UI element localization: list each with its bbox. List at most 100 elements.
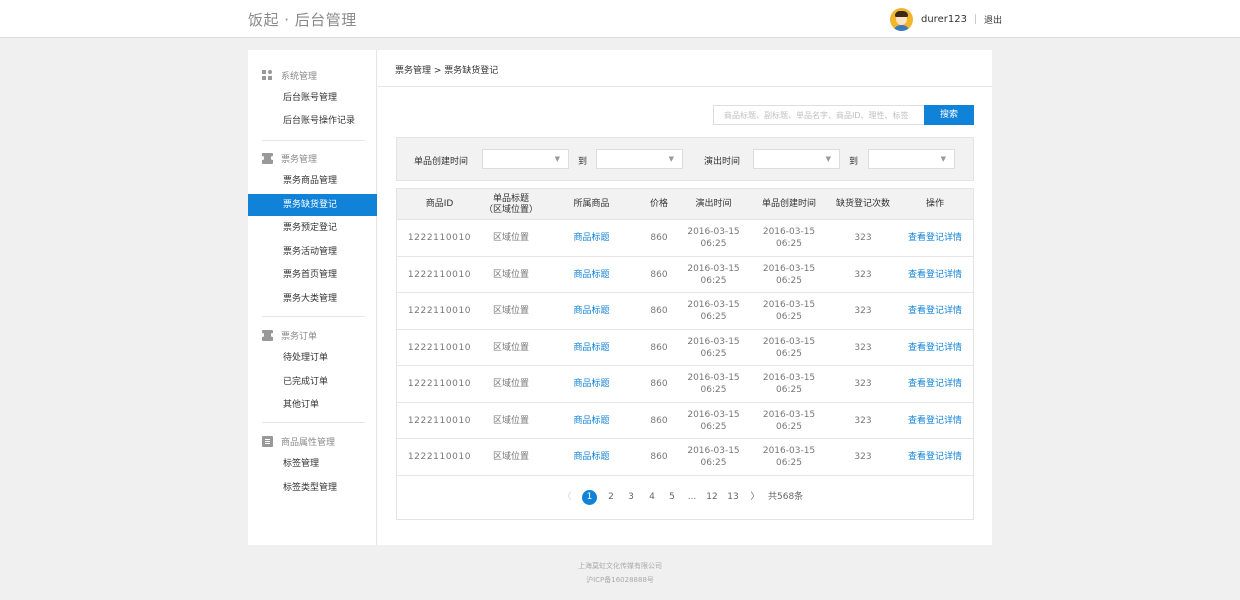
view-details-link[interactable]: 查看登记详情 (902, 366, 968, 402)
grid-icon (262, 69, 273, 81)
page-3-button[interactable]: 3 (626, 490, 636, 505)
page-1-button[interactable]: 1 (582, 489, 597, 505)
column-header-product-id: 商品ID (425, 199, 454, 209)
sidebar-item-stockout-registration[interactable]: 票务缺货登记 (248, 194, 377, 216)
top-bar: 饭起 · 后台管理 durer123 退出 (0, 0, 1240, 38)
cell-created-time: 2016-03-15 06:25 (754, 330, 824, 366)
product-title-link[interactable]: 商品标题 (554, 293, 629, 329)
search-input[interactable] (713, 105, 925, 125)
cell-show-time: 2016-03-15 06:25 (681, 403, 746, 439)
cell-line: 06:25 (776, 239, 802, 249)
column-header-product: 所属商品 (573, 199, 610, 209)
cell-count: 323 (854, 342, 872, 353)
table-row: 1222110010 区域位置 商品标题 860 2016-03-15 06:25 2016… (397, 257, 973, 293)
sidebar-item-admin-accounts[interactable]: 后台账号管理 (248, 87, 377, 109)
sidebar-item-ticket-homepage[interactable]: 票务首页管理 (248, 264, 377, 286)
ticket-order-icon (261, 329, 274, 341)
cell-line: 06:25 (776, 421, 802, 432)
page-2-button[interactable]: 2 (606, 490, 616, 505)
cell-line: 2016-03-15 (687, 373, 740, 383)
cell-product-id: 1222110010 (407, 269, 472, 280)
product-title-link[interactable]: 商品标题 (554, 439, 629, 475)
product-title-link[interactable]: 商品标题 (554, 403, 629, 439)
next-page-button[interactable]: 〉 (749, 490, 761, 505)
content-card: 系统管理 后台账号管理 后台账号操作记录 票务管理 票务商品管理 票务缺货登记 … (248, 50, 992, 545)
table-row: 1222110010 区域位置 商品标题 860 2016-03-15 06:25 2016… (397, 330, 973, 366)
cell-count: 323 (854, 452, 872, 462)
cell-line: 06:25 (776, 312, 802, 322)
sidebar-item-pending-orders[interactable]: 待处理订单 (248, 347, 377, 369)
sidebar-item-ticket-categories[interactable]: 票务大类管理 (248, 288, 377, 310)
sidebar-item-completed-orders[interactable]: 已完成订单 (248, 371, 377, 393)
cell-item-title: 区域位置 (492, 415, 529, 426)
created-time-end-select[interactable]: ▼ (596, 149, 683, 169)
sidebar-group-label: 票务订单 (281, 331, 318, 342)
search-button[interactable]: 搜索 (924, 105, 974, 125)
cell-item-title: 区域位置 (492, 233, 529, 243)
cell-price: 860 (650, 233, 668, 243)
prev-page-button[interactable]: 〈 (561, 490, 573, 505)
cell-created-time: 2016-03-15 06:25 (754, 293, 824, 329)
view-details-link[interactable]: 查看登记详情 (902, 403, 968, 439)
avatar[interactable] (890, 7, 913, 31)
total-count: 共568条 (768, 491, 804, 502)
view-details-link[interactable]: 查看登记详情 (902, 293, 968, 329)
cell-item-title: 区域位置 (492, 306, 529, 316)
sidebar-item-admin-logs[interactable]: 后台账号操作记录 (248, 110, 377, 132)
sidebar-item-ticket-reservation[interactable]: 票务预定登记 (248, 217, 377, 239)
cell-item-title: 区域位置 (492, 342, 529, 353)
show-time-end-select[interactable]: ▼ (868, 149, 955, 169)
view-details-link[interactable]: 查看登记详情 (902, 220, 968, 256)
table-row: 1222110010 区域位置 商品标题 860 2016-03-15 06:25 2016… (397, 293, 973, 330)
cell-count: 323 (854, 269, 872, 280)
pagination: 〈 1 2 3 4 5 ... 12 13 〉 共568条 (397, 476, 973, 519)
view-details-link[interactable]: 查看登记详情 (902, 257, 968, 293)
divider (378, 86, 992, 87)
created-time-start-select[interactable]: ▼ (482, 149, 569, 169)
page-12-button[interactable]: 12 (705, 490, 719, 505)
page-4-button[interactable]: 4 (647, 490, 657, 505)
logout-link[interactable]: 退出 (984, 13, 1002, 26)
page-13-button[interactable]: 13 (726, 490, 740, 505)
sidebar-item-ticket-activities[interactable]: 票务活动管理 (248, 241, 377, 263)
cell-show-time: 2016-03-15 06:25 (681, 366, 746, 402)
cell-product-id: 1222110010 (407, 452, 472, 462)
sidebar-group-label: 票务管理 (281, 154, 318, 165)
cell-line: 06:25 (776, 458, 802, 468)
table-body: 1222110010 区域位置 商品标题 860 2016-03-15 06:25 2016… (397, 220, 973, 476)
sidebar-item-other-orders[interactable]: 其他订单 (248, 394, 377, 416)
table-row: 1222110010 区域位置 商品标题 860 2016-03-15 06:25 2016… (397, 366, 973, 403)
cell-show-time: 2016-03-15 06:25 (681, 439, 746, 475)
created-time-label: 单品创建时间 (414, 157, 469, 167)
sidebar-item-tag-types[interactable]: 标签类型管理 (248, 477, 377, 499)
product-title-link[interactable]: 商品标题 (554, 366, 629, 402)
cell-count: 323 (854, 415, 872, 426)
page-5-button[interactable]: 5 (667, 490, 677, 505)
product-title-link[interactable]: 商品标题 (554, 257, 629, 293)
cell-count: 323 (854, 233, 872, 243)
cell-price: 860 (650, 306, 668, 316)
show-time-label: 演出时间 (704, 157, 741, 167)
sidebar-group-attributes: 商品属性管理 (262, 434, 335, 448)
cell-line: 06:25 (700, 421, 727, 432)
product-title-link[interactable]: 商品标题 (554, 330, 629, 366)
view-details-link[interactable]: 查看登记详情 (902, 439, 968, 475)
app-logo[interactable]: 饭起 · 后台管理 (248, 9, 357, 30)
cell-line: 2016-03-15 (687, 227, 740, 237)
chevron-down-icon: ▼ (825, 155, 831, 163)
cell-line: 2016-03-15 (762, 446, 816, 456)
table-row: 1222110010 区域位置 商品标题 860 2016-03-15 06:25 2016… (397, 403, 973, 439)
cell-show-time: 2016-03-15 06:25 (681, 220, 746, 256)
cell-item-title: 区域位置 (492, 452, 529, 462)
cell-created-time: 2016-03-15 06:25 (754, 366, 824, 402)
product-title-link[interactable]: 商品标题 (554, 220, 629, 256)
cell-line: 2016-03-15 (762, 336, 816, 347)
sidebar-item-tags[interactable]: 标签管理 (248, 453, 377, 475)
show-time-start-select[interactable]: ▼ (753, 149, 840, 169)
cell-line: 06:25 (776, 385, 802, 395)
column-header-label: 单品标题 (492, 193, 529, 204)
footer-company: 上海莫虹文化传媒有限公司 (578, 562, 662, 570)
view-details-link[interactable]: 查看登记详情 (902, 330, 968, 366)
sidebar-item-ticket-products[interactable]: 票务商品管理 (248, 170, 377, 192)
user-area: durer123 退出 (890, 7, 1002, 31)
